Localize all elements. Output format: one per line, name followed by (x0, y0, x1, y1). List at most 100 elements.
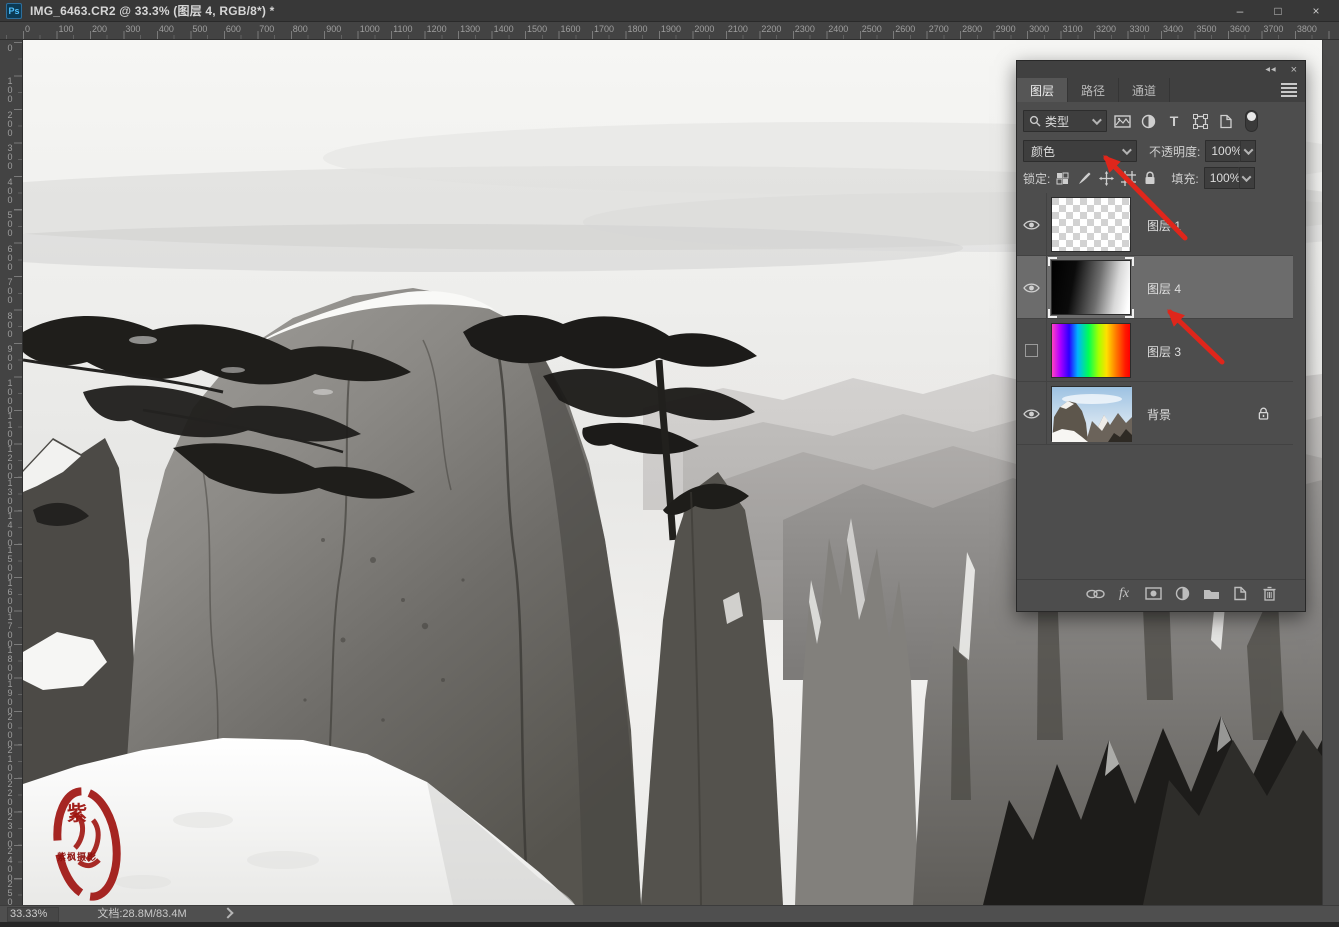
eye-icon (1023, 219, 1040, 231)
v-ruler-tick-label: 1600 (5, 578, 15, 614)
lock-row: 锁定: (1017, 165, 1305, 191)
opacity-value-field[interactable]: 100% (1205, 140, 1240, 162)
panel-menu-icon[interactable] (1281, 83, 1297, 96)
layer-row-layer4-selected[interactable]: 图层 4 (1017, 256, 1293, 319)
h-ruler-tick-label: 100 (58, 24, 73, 34)
h-ruler-tick-label: 3700 (1263, 24, 1283, 34)
layer-row-background[interactable]: 背景 (1017, 382, 1293, 445)
lock-transparent-pixels-icon[interactable] (1052, 168, 1072, 188)
fill-label: 填充: (1171, 170, 1198, 187)
panel-close-icon[interactable]: × (1291, 65, 1297, 75)
h-ruler-tick-label: 2800 (962, 24, 982, 34)
delete-layer-trash-icon[interactable] (1259, 585, 1279, 603)
fill-dropdown-button[interactable] (1239, 167, 1255, 189)
h-ruler-tick-label: 300 (125, 24, 140, 34)
status-chevron-icon[interactable] (222, 907, 233, 918)
add-layer-mask-icon[interactable] (1143, 585, 1163, 603)
tab-paths[interactable]: 路径 (1068, 78, 1119, 102)
window-controls: – □ × (1221, 0, 1335, 22)
filter-type-dropdown[interactable]: 类型 (1023, 110, 1107, 132)
h-ruler-tick-label: 3400 (1163, 24, 1183, 34)
opacity-dropdown-button[interactable] (1240, 140, 1256, 162)
new-layer-icon[interactable] (1230, 585, 1250, 603)
visibility-toggle[interactable] (1017, 319, 1047, 382)
visibility-toggle[interactable] (1017, 193, 1047, 256)
h-ruler-tick-label: 2700 (929, 24, 949, 34)
collapse-to-icons-icon[interactable]: ◀◀ (1265, 66, 1276, 73)
hidden-layer-checkbox (1025, 344, 1038, 357)
window-bottom-edge (0, 922, 1339, 927)
thumbnail-black-white-gradient (1051, 260, 1131, 315)
layer-thumbnail[interactable] (1050, 385, 1132, 442)
panel-tab-bar: 图层 路径 通道 (1017, 78, 1305, 102)
thumbnail-rainbow-gradient (1051, 323, 1131, 378)
new-adjustment-layer-icon[interactable] (1172, 585, 1192, 603)
selection-bracket (1125, 309, 1134, 318)
close-button[interactable]: × (1297, 0, 1335, 22)
link-layers-icon[interactable] (1085, 585, 1105, 603)
maximize-button[interactable]: □ (1259, 0, 1297, 22)
h-ruler-tick-label: 2500 (862, 24, 882, 34)
h-ruler-tick-label: 1200 (427, 24, 447, 34)
lock-position-move-icon[interactable] (1096, 168, 1116, 188)
watermark-char: 紫 (67, 802, 87, 825)
blend-mode-row: 颜色 不透明度: 100% (1017, 138, 1305, 164)
zoom-level-field[interactable]: 33.33% (7, 907, 59, 922)
fill-value-field[interactable]: 100% (1204, 167, 1239, 189)
lock-all-icon[interactable] (1140, 168, 1160, 188)
visibility-toggle[interactable] (1017, 382, 1047, 445)
document-size-info[interactable]: 文档:28.8M/83.4M (62, 907, 222, 922)
h-ruler-tick-label: 3600 (1230, 24, 1250, 34)
layer-filter-row: 类型 T (1017, 108, 1305, 134)
h-ruler-tick-label: 1500 (527, 24, 547, 34)
filter-type-layers-icon[interactable]: T (1163, 110, 1185, 132)
h-ruler-tick-label: 1900 (661, 24, 681, 34)
h-ruler-tick-label: 2000 (694, 24, 714, 34)
layer-effects-fx-icon[interactable]: fx (1114, 585, 1134, 603)
layer-row-layer3-hidden[interactable]: 图层 3 (1017, 319, 1293, 382)
v-ruler-tick-label: 1700 (5, 612, 15, 648)
lock-image-pixels-brush-icon[interactable] (1074, 168, 1094, 188)
layer-name[interactable]: 图层 3 (1147, 343, 1181, 360)
visibility-toggle[interactable] (1017, 256, 1047, 319)
filter-toggle-switch[interactable] (1245, 110, 1258, 132)
layer-thumbnail[interactable] (1050, 259, 1132, 316)
chevron-down-icon (1122, 145, 1132, 155)
layer-name[interactable]: 图层 4 (1147, 280, 1181, 297)
h-ruler-tick-label: 3300 (1130, 24, 1150, 34)
layer-name[interactable]: 图层 1 (1147, 217, 1181, 234)
v-ruler-tick-label: 500 (5, 210, 15, 237)
photoshop-logo-icon: Ps (6, 3, 22, 19)
tab-layers[interactable]: 图层 (1017, 78, 1068, 102)
filter-pixel-layers-icon[interactable] (1111, 110, 1133, 132)
workspace-gutter (1322, 40, 1339, 905)
layer-thumbnail[interactable] (1050, 322, 1132, 379)
background-lock-icon (1258, 407, 1269, 420)
blend-mode-value: 颜色 (1031, 143, 1055, 160)
v-ruler-tick-label: 2000 (5, 712, 15, 748)
v-ruler-tick-label: 1000 (5, 378, 15, 414)
blend-mode-dropdown[interactable]: 颜色 (1023, 140, 1137, 162)
h-ruler-tick-label: 2100 (728, 24, 748, 34)
filter-shape-layers-icon[interactable] (1189, 110, 1211, 132)
layer-thumbnail[interactable] (1050, 196, 1132, 253)
lock-artboard-icon[interactable] (1118, 168, 1138, 188)
v-ruler-tick-label: 2200 (5, 779, 15, 815)
new-group-folder-icon[interactable] (1201, 585, 1221, 603)
opacity-value: 100% (1211, 144, 1242, 158)
h-ruler-tick-label: 3500 (1196, 24, 1216, 34)
minimize-button[interactable]: – (1221, 0, 1259, 22)
opacity-label: 不透明度: (1149, 143, 1200, 160)
thumbnail-transparent-checkerboard (1051, 197, 1131, 252)
horizontal-ruler: 0100200300400500600700800900100011001200… (0, 22, 1339, 40)
layer-row-layer1[interactable]: 图层 1 (1017, 193, 1293, 256)
filter-adjustment-layers-icon[interactable] (1137, 110, 1159, 132)
filter-type-label: 类型 (1045, 113, 1069, 130)
thumbnail-color-photo (1051, 386, 1131, 441)
layer-name[interactable]: 背景 (1147, 406, 1171, 423)
layers-panel: ◀◀ × 图层 路径 通道 类型 (1016, 60, 1306, 612)
filter-smart-objects-icon[interactable] (1215, 110, 1237, 132)
eye-icon (1023, 408, 1040, 420)
tab-channels[interactable]: 通道 (1119, 78, 1170, 102)
v-ruler-tick-label: 1200 (5, 444, 15, 480)
